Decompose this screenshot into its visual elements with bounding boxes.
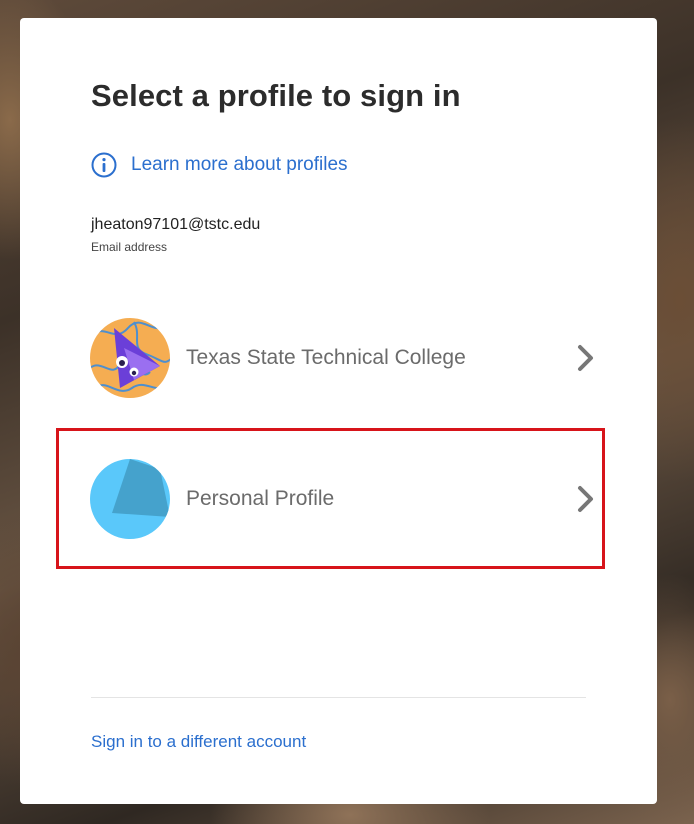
profile-name: Texas State Technical College [186, 346, 466, 369]
sign-in-card: Select a profile to sign in Learn more a… [20, 18, 657, 804]
profile-option-personal[interactable]: Personal Profile [76, 444, 596, 554]
email-address-caption: Email address [91, 240, 168, 254]
divider [91, 697, 586, 698]
chevron-right-icon [578, 486, 593, 512]
learn-more-link[interactable]: Learn more about profiles [91, 152, 348, 178]
different-account-link[interactable]: Sign in to a different account [91, 732, 306, 752]
chevron-right-icon [578, 345, 593, 371]
page-title: Select a profile to sign in [91, 78, 461, 113]
email-address: jheaton97101@tstc.edu [91, 216, 261, 233]
learn-more-label: Learn more about profiles [131, 154, 348, 175]
profile-name: Personal Profile [186, 487, 335, 510]
personal-default-avatar [90, 459, 170, 539]
profile-option-tstc[interactable]: Texas State Technical College [76, 303, 596, 413]
organization-mascot-avatar [90, 318, 170, 398]
info-icon [91, 152, 117, 178]
